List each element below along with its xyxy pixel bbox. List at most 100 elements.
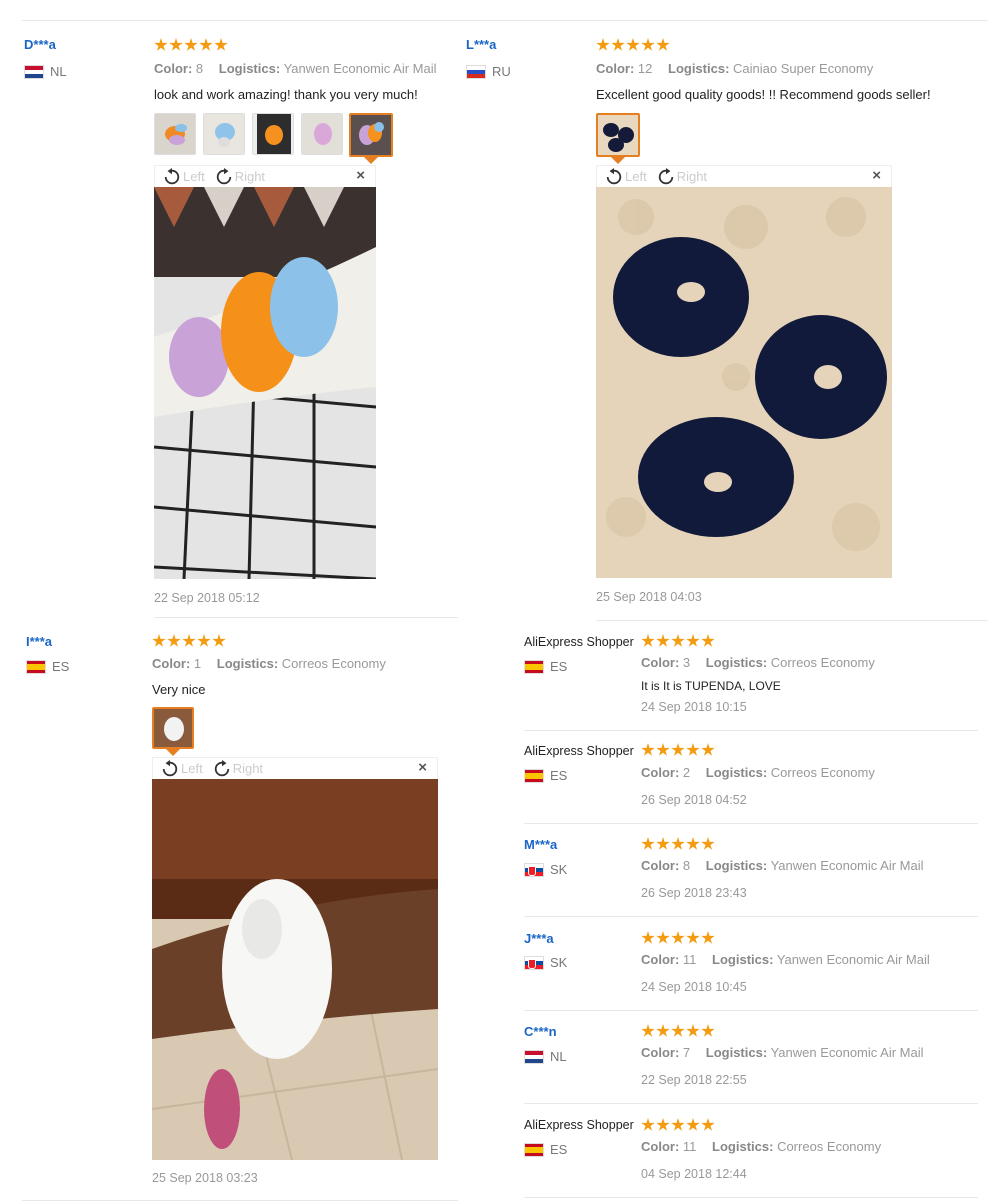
reviewer-name[interactable]: AliExpress Shopper <box>524 635 634 649</box>
reviewer-country: NL <box>24 64 67 79</box>
rotate-right-button[interactable]: Right <box>215 167 266 186</box>
rotate-right-label: Right <box>234 169 266 184</box>
review-date: 25 Sep 2018 04:03 <box>596 590 702 604</box>
star-icon <box>656 1118 670 1131</box>
star-icon <box>656 634 670 647</box>
logistics-value: Correos Economy <box>777 1139 882 1154</box>
photo-thumbnail[interactable] <box>154 113 196 155</box>
reviewer-name[interactable]: I***a <box>26 634 52 649</box>
star-icon <box>686 837 700 850</box>
rotate-right-icon <box>216 167 231 184</box>
star-icon <box>641 634 655 647</box>
country-code: ES <box>550 768 568 783</box>
selected-caret <box>166 749 180 756</box>
review-divider <box>524 730 978 731</box>
nl-flag-icon <box>24 64 44 79</box>
color-value: 7 <box>682 1045 691 1060</box>
photo-thumbnail[interactable] <box>203 113 245 155</box>
order-info: Color: 8 Logistics: Yanwen Economic Air … <box>641 858 924 873</box>
star-icon <box>701 1024 715 1037</box>
order-info: Color: 2 Logistics: Correos Economy <box>641 765 875 780</box>
logistics-value: Correos Economy <box>770 655 875 670</box>
photo-thumbnail[interactable] <box>301 113 343 155</box>
close-viewer-button[interactable]: × <box>872 167 881 184</box>
color-label: Color: <box>641 1045 680 1060</box>
logistics-value: Yanwen Economic Air Mail <box>283 61 437 76</box>
review-date: 26 Sep 2018 04:52 <box>641 793 747 807</box>
star-rating <box>596 38 670 52</box>
reviewer-name[interactable]: C***n <box>524 1024 557 1039</box>
order-info: Color: 7 Logistics: Yanwen Economic Air … <box>641 1045 924 1060</box>
country-code: ES <box>550 1142 568 1157</box>
country-code: NL <box>50 64 67 79</box>
rotate-left-label: Left <box>183 169 205 184</box>
review-date: 26 Sep 2018 23:43 <box>641 886 747 900</box>
star-icon <box>686 931 700 944</box>
review-divider <box>596 620 988 621</box>
rotate-right-icon <box>214 759 229 776</box>
reviewer-name[interactable]: M***a <box>524 837 557 852</box>
rotate-left-button[interactable]: Left <box>163 167 205 186</box>
star-icon <box>596 38 610 51</box>
logistics-value: Correos Economy <box>770 765 875 780</box>
review-date: 04 Sep 2018 12:44 <box>641 1167 747 1181</box>
reviewer-name[interactable]: J***a <box>524 931 554 946</box>
star-icon <box>641 1024 655 1037</box>
review-text: Very nice <box>152 682 206 697</box>
rotate-right-icon <box>658 167 673 184</box>
image-viewer-toolbar: Left Right × <box>596 165 892 187</box>
photo-thumbnail-selected[interactable] <box>349 113 393 157</box>
star-icon <box>184 38 198 51</box>
reviewer-name[interactable]: L***a <box>466 37 496 52</box>
close-viewer-button[interactable]: × <box>418 759 427 776</box>
logistics-value: Yanwen Economic Air Mail <box>776 952 930 967</box>
star-icon <box>169 38 183 51</box>
photo-thumbnail[interactable] <box>252 113 294 155</box>
star-icon <box>686 1024 700 1037</box>
review-divider <box>524 1103 978 1104</box>
photo-thumbnail-selected[interactable] <box>596 113 640 157</box>
rotate-left-button[interactable]: Left <box>161 759 203 778</box>
logistics-label: Logistics: <box>668 61 730 76</box>
star-icon <box>701 931 715 944</box>
star-rating <box>152 634 226 648</box>
close-viewer-button[interactable]: × <box>356 167 365 184</box>
order-info: Color: 12 Logistics: Cainiao Super Econo… <box>596 61 873 76</box>
star-icon <box>656 1024 670 1037</box>
order-info: Color: 8 Logistics: Yanwen Economic Air … <box>154 61 437 76</box>
review-date: 22 Sep 2018 05:12 <box>154 591 260 605</box>
es-flag-icon <box>524 659 544 674</box>
rotate-right-button[interactable]: Right <box>213 759 263 778</box>
rotate-left-button[interactable]: Left <box>605 167 647 186</box>
rotate-right-button[interactable]: Right <box>657 167 707 186</box>
rotate-left-icon <box>606 167 622 184</box>
logistics-label: Logistics: <box>218 61 281 76</box>
star-icon <box>686 634 700 647</box>
star-icon <box>701 743 715 756</box>
review-text: look and work amazing! thank you very mu… <box>154 87 418 102</box>
star-icon <box>686 743 700 756</box>
logistics-label: Logistics: <box>712 952 774 967</box>
review-divider <box>524 823 978 824</box>
color-value: 3 <box>682 655 691 670</box>
review-text: It is It is TUPENDA, LOVE <box>641 679 781 693</box>
order-info: Color: 3 Logistics: Correos Economy <box>641 655 875 670</box>
selected-caret <box>611 157 625 164</box>
color-label: Color: <box>641 858 680 873</box>
star-icon <box>656 743 670 756</box>
star-icon <box>671 931 685 944</box>
logistics-value: Yanwen Economic Air Mail <box>770 858 924 873</box>
logistics-label: Logistics: <box>705 655 768 670</box>
reviewer-name[interactable]: D***a <box>24 37 56 52</box>
reviewer-country: ES <box>524 1142 567 1157</box>
logistics-label: Logistics: <box>712 1139 774 1154</box>
reviewer-name[interactable]: AliExpress Shopper <box>524 744 634 758</box>
reviewer-name[interactable]: AliExpress Shopper <box>524 1118 634 1132</box>
star-icon <box>656 931 670 944</box>
color-value: 8 <box>195 61 204 76</box>
country-code: RU <box>492 64 511 79</box>
photo-thumbnail-selected[interactable] <box>152 707 194 749</box>
star-icon <box>686 1118 700 1131</box>
review-photo <box>596 187 892 578</box>
image-viewer-toolbar: Left Right × <box>152 757 438 779</box>
